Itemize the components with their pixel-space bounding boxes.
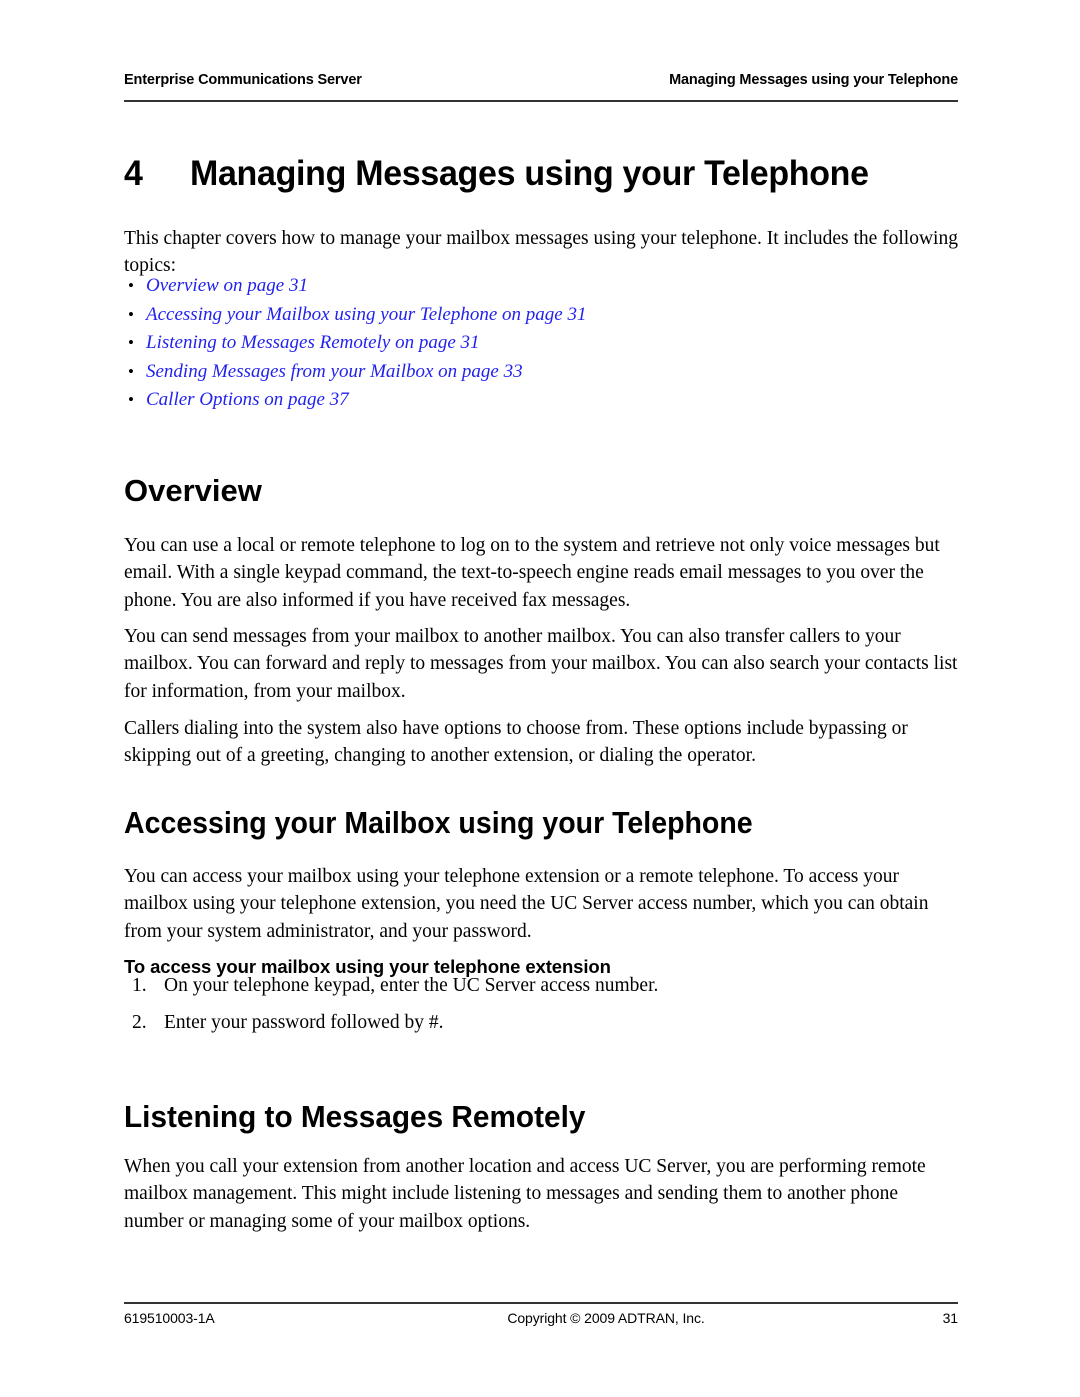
page-title: 4 Managing Messages using your Telephone [124,153,958,195]
header-left-text: Enterprise Communications Server [124,72,362,88]
section-heading-accessing-mailbox: Accessing your Mailbox using your Teleph… [124,804,753,840]
xref-link-overview[interactable]: Overview on page 31 [146,275,308,296]
list-item: 1. On your telephone keypad, enter the U… [124,972,958,999]
document-page: Enterprise Communications Server Managin… [0,0,1080,1397]
list-item: 2. Enter your password followed by #. [124,1009,958,1036]
xref-link-listening-remotely[interactable]: Listening to Messages Remotely on page 3… [146,332,480,353]
overview-paragraph-3: Callers dialing into the system also hav… [124,717,908,767]
listening-paragraph: When you call your extension from anothe… [124,1155,926,1232]
list-item: Overview on page 31 [124,272,958,301]
xref-link-accessing-mailbox[interactable]: Accessing your Mailbox using your Teleph… [146,304,586,325]
step-number: 1. [132,975,147,996]
footer-copyright: Copyright © 2009 ADTRAN, Inc. [507,1310,705,1326]
header-right-text: Managing Messages using your Telephone [669,72,958,88]
xref-link-sending-messages[interactable]: Sending Messages from your Mailbox on pa… [146,361,523,382]
accessing-paragraph: You can access your mailbox using your t… [124,865,929,942]
xref-link-caller-options[interactable]: Caller Options on page 37 [146,389,349,410]
footer-rule [124,1302,958,1304]
footer-document-number: 619510003-1A [124,1310,215,1326]
topics-list: Overview on page 31 Accessing your Mailb… [124,272,958,415]
running-header: Enterprise Communications Server Managin… [124,72,958,88]
overview-paragraph-2: You can send messages from your mailbox … [124,625,958,702]
step-text: Enter your password followed by #. [164,1012,444,1033]
overview-paragraph-1: You can use a local or remote telephone … [124,534,940,611]
step-number: 2. [132,1012,147,1033]
step-text: On your telephone keypad, enter the UC S… [164,975,659,996]
list-item: Sending Messages from your Mailbox on pa… [124,358,958,387]
list-item: Accessing your Mailbox using your Teleph… [124,301,958,330]
chapter-title-text: Managing Messages using your Telephone [189,154,869,194]
chapter-number: 4 [124,154,143,194]
header-rule [124,100,958,102]
section-heading-overview: Overview [124,472,262,508]
list-item: Listening to Messages Remotely on page 3… [124,329,958,358]
footer-page-number: 31 [942,1310,958,1326]
running-footer: 619510003-1A Copyright © 2009 ADTRAN, In… [124,1310,958,1326]
section-heading-listening-remotely: Listening to Messages Remotely [124,1098,586,1134]
list-item: Caller Options on page 37 [124,386,958,415]
procedure-steps: 1. On your telephone keypad, enter the U… [124,972,958,1046]
